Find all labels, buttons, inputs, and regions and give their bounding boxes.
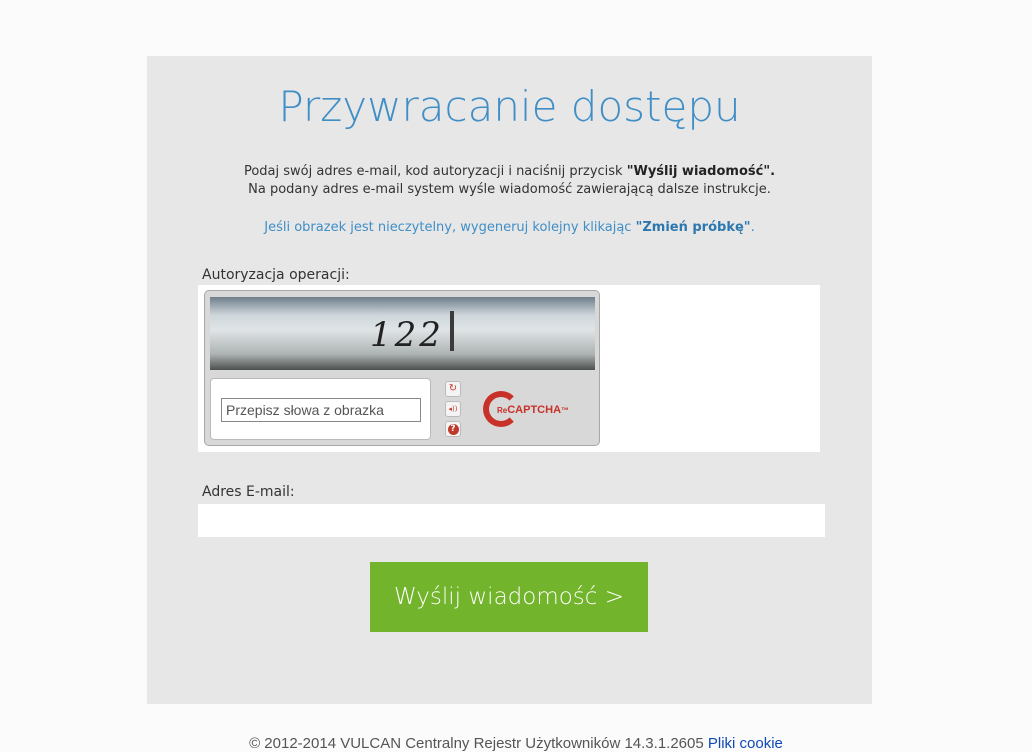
footer: © 2012-2014 VULCAN Centralny Rejestr Uży… (0, 735, 1032, 752)
captcha-hint: Jeśli obrazek jest nieczytelny, wygeneru… (147, 220, 872, 235)
captcha-image-text: 122 (370, 315, 444, 355)
instructions: Podaj swój adres e-mail, kod autoryzacji… (147, 163, 872, 199)
captcha-label: Autoryzacja operacji: (202, 267, 350, 283)
help-icon-glyph: ? (447, 424, 459, 435)
captcha-input-box (210, 378, 431, 440)
hint-suffix: . (750, 220, 755, 235)
instructions-line1: Podaj swój adres e-mail, kod autoryzacji… (243, 164, 627, 179)
email-label: Adres E-mail: (202, 484, 295, 500)
hint-text: Jeśli obrazek jest nieczytelny, wygeneru… (264, 220, 636, 235)
captcha-response-input[interactable] (221, 398, 421, 422)
captcha-container: 122 ↻ ◂)) ? ReCAPTCHA™ (198, 285, 820, 452)
password-recovery-panel: Przywracanie dostępu Podaj swój adres e-… (147, 56, 872, 704)
recaptcha-logo-prefix: Re (497, 406, 508, 415)
email-input[interactable] (198, 504, 825, 537)
hint-change-sample: "Zmień próbkę" (635, 220, 751, 235)
footer-copyright: © 2012-2014 VULCAN Centralny Rejestr Uży… (249, 735, 708, 752)
captcha-image: 122 (210, 297, 595, 370)
send-message-button[interactable]: Wyślij wiadomość > (370, 562, 648, 632)
instructions-button-name: "Wyślij wiadomość". (626, 164, 776, 179)
cookie-link[interactable]: Pliki cookie (708, 735, 783, 752)
recaptcha-widget: 122 ↻ ◂)) ? ReCAPTCHA™ (204, 290, 600, 446)
recaptcha-logo: ReCAPTCHA™ (483, 391, 593, 431)
help-captcha-icon[interactable]: ? (445, 421, 461, 437)
recaptcha-logo-tm: ™ (561, 406, 570, 415)
refresh-captcha-icon[interactable]: ↻ (445, 381, 461, 397)
audio-captcha-icon[interactable]: ◂)) (445, 401, 461, 417)
instructions-line2: Na podany adres e-mail system wyśle wiad… (248, 182, 771, 197)
page-title: Przywracanie dostępu (278, 82, 741, 131)
recaptcha-logo-word: CAPTCHA (507, 404, 562, 416)
recaptcha-wordmark: ReCAPTCHA™ (497, 404, 569, 416)
captcha-image-stripe (450, 311, 454, 351)
